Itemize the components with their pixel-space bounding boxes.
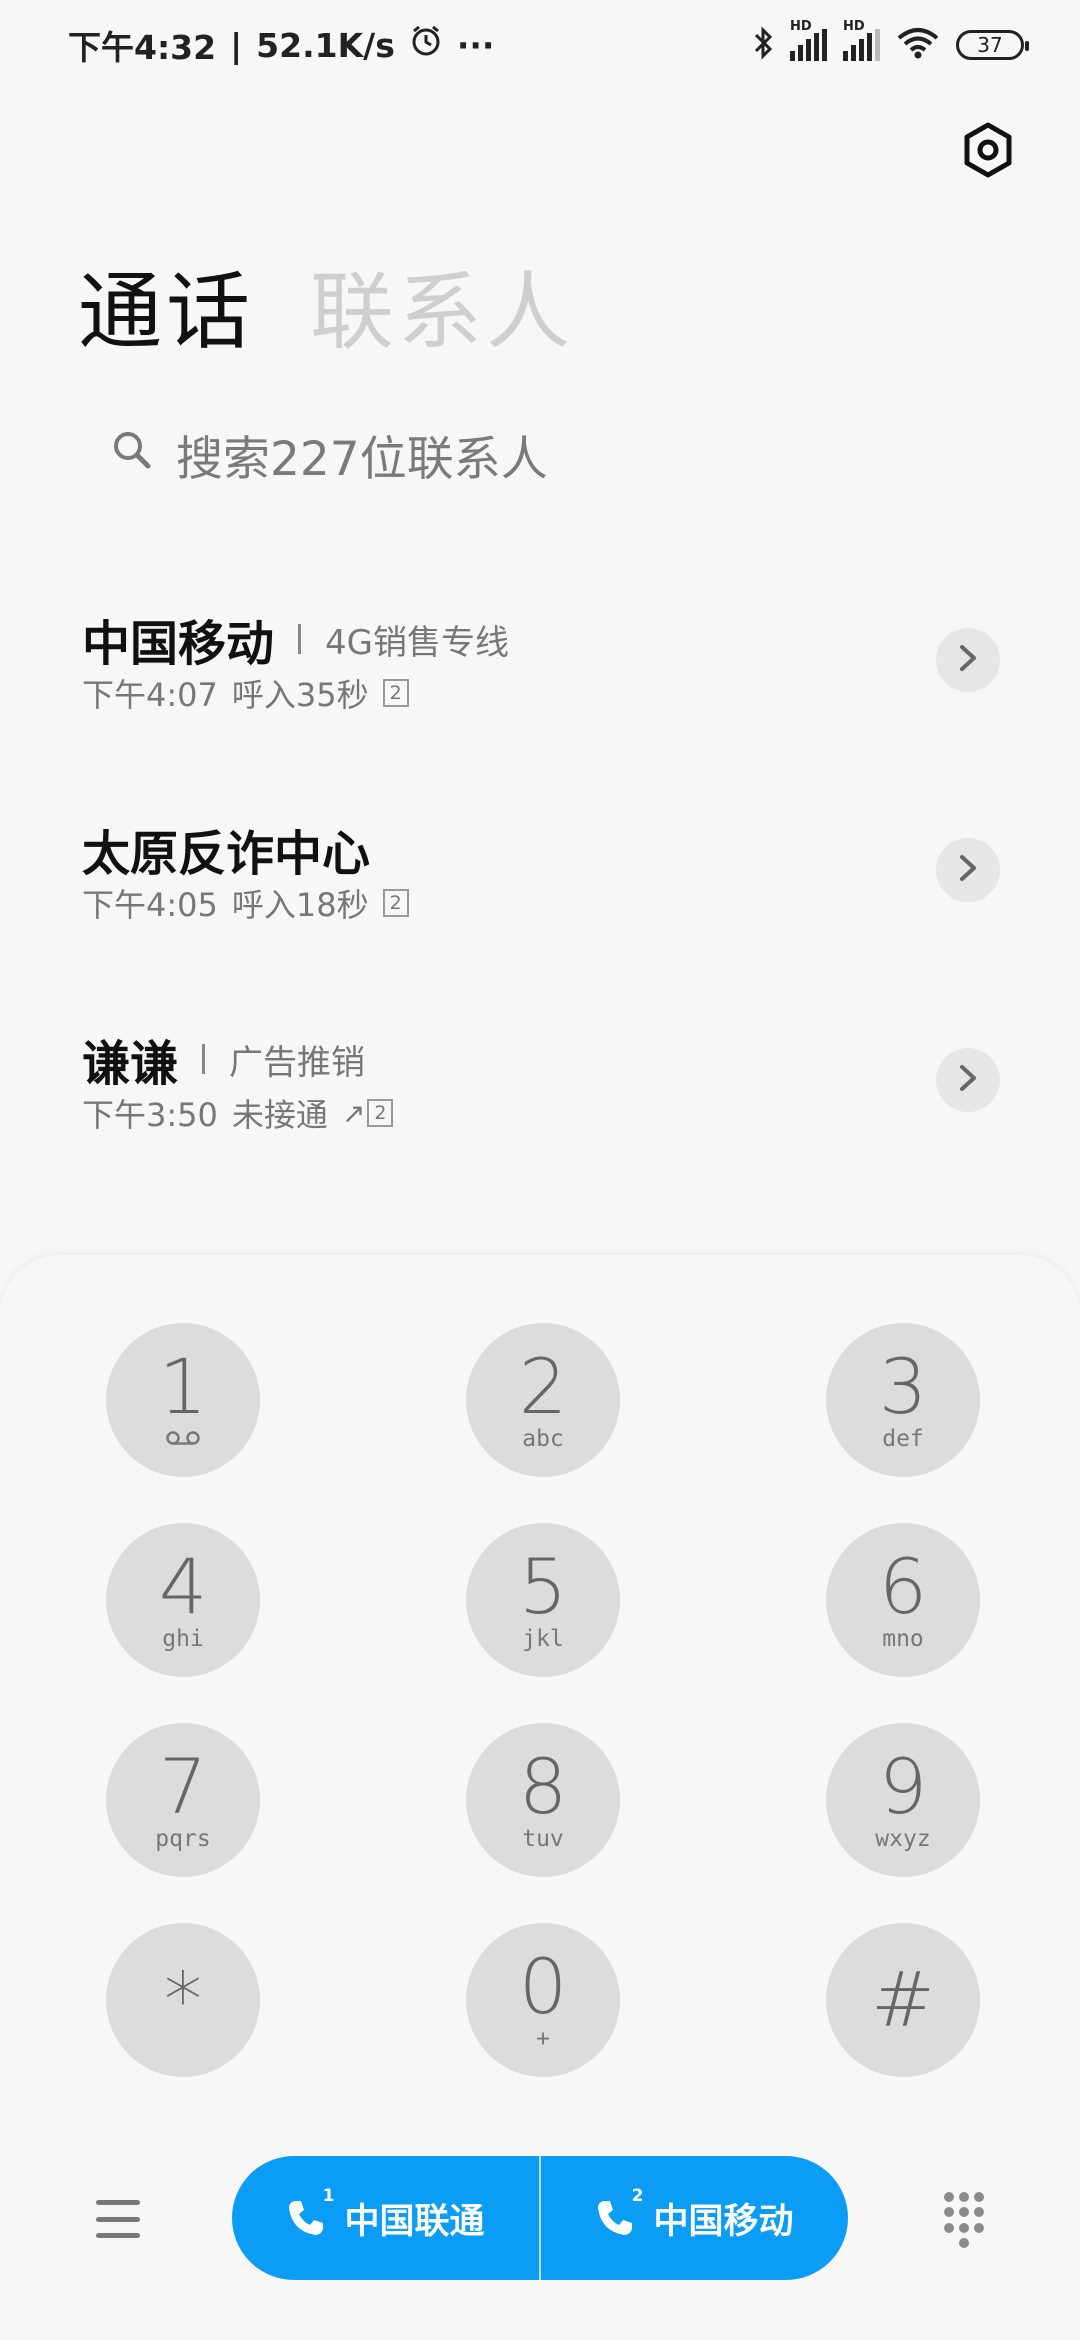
dial-letters: jkl [522, 1626, 564, 1652]
dial-letters: def [882, 1426, 924, 1452]
dial-key-0[interactable]: 0 + [466, 1923, 620, 2077]
sim-number: 1 [322, 2186, 335, 2206]
tag-divider [298, 624, 302, 654]
status-time: 下午4:32 [68, 28, 217, 67]
dial-digit: 0 [518, 1942, 568, 2031]
dial-digit: 7 [158, 1742, 208, 1831]
call-detail: 呼入35秒 [231, 676, 369, 714]
dial-key-7[interactable]: 7 pqrs [106, 1723, 260, 1877]
dial-key-8[interactable]: 8 tuv [466, 1723, 620, 1877]
dial-digit: 3 [878, 1342, 928, 1431]
battery-icon: 37 [956, 30, 1029, 60]
dial-key-star[interactable]: * [106, 1923, 260, 2077]
dial-letters: ghi [162, 1626, 204, 1652]
chevron-right-icon [956, 1063, 980, 1097]
dial-key-9[interactable]: 9 wxyz [826, 1723, 980, 1877]
dialpad-icon [944, 2192, 954, 2202]
tag-divider [202, 1044, 206, 1074]
chevron-right-icon [956, 643, 980, 677]
dial-key-6[interactable]: 6 mno [826, 1523, 980, 1677]
dial-key-3[interactable]: 3 def [826, 1323, 980, 1477]
dial-letters: wxyz [875, 1826, 931, 1852]
dial-digit: # [871, 1955, 935, 2044]
dial-letters: + [536, 2026, 550, 2052]
contact-name: 谦谦 [82, 1036, 179, 1092]
dial-digit: * [164, 1955, 202, 2044]
sim-badge: 2 [382, 889, 409, 917]
contact-name: 太原反诈中心 [82, 826, 371, 882]
settings-button[interactable] [958, 122, 1018, 182]
menu-icon [96, 2200, 140, 2205]
dial-letters: tuv [522, 1826, 564, 1852]
dial-key-1[interactable]: 1 [106, 1323, 260, 1477]
number-tag: 4G销售专线 [325, 622, 509, 663]
dial-digit: 6 [878, 1542, 928, 1631]
search-icon [112, 427, 152, 482]
alarm-icon [409, 24, 443, 66]
call-log-item[interactable]: 太原反诈中心 下午4:05 呼入18秒 2 [0, 800, 1080, 1010]
phone-icon: 1 [286, 2186, 334, 2238]
sim-badge: 2 [367, 1099, 394, 1127]
call-detail: 呼入18秒 [231, 886, 369, 924]
call-time: 下午3:50 [82, 1096, 218, 1134]
dial-letters: abc [522, 1426, 564, 1452]
tab-contacts[interactable]: 联系人 [310, 245, 574, 366]
phone-icon: 2 [595, 2186, 643, 2238]
dial-digit: 9 [878, 1742, 928, 1831]
menu-button[interactable] [96, 2200, 140, 2238]
search-placeholder: 搜索227位联系人 [176, 432, 548, 487]
call-detail-button[interactable] [936, 628, 1000, 692]
dial-digit: 4 [158, 1542, 208, 1631]
dial-letters: pqrs [155, 1826, 211, 1852]
call-button-group: 1 中国联通 2 中国移动 [232, 2156, 848, 2280]
contact-name: 中国移动 [82, 616, 275, 672]
call-detail-button[interactable] [936, 838, 1000, 902]
dial-key-hash[interactable]: # [826, 1923, 980, 2077]
call-time: 下午4:07 [82, 676, 218, 714]
call-log-list: 中国移动 4G销售专线 下午4:07 呼入35秒 2 太原反诈中心 下午4:05… [0, 590, 1080, 1220]
carrier-label: 中国移动 [653, 2201, 794, 2242]
dial-key-4[interactable]: 4 ghi [106, 1523, 260, 1677]
voicemail-icon [165, 1426, 201, 1452]
call-sim1-button[interactable]: 1 中国联通 [232, 2156, 539, 2280]
dialpad-toggle-button[interactable] [944, 2192, 984, 2248]
dial-key-5[interactable]: 5 jkl [466, 1523, 620, 1677]
tab-bar: 通话 联系人 [78, 245, 574, 366]
status-separator: | [230, 25, 243, 65]
chevron-right-icon [956, 853, 980, 887]
number-tag: 广告推销 [229, 1042, 366, 1083]
search-input[interactable]: 搜索227位联系人 [112, 420, 548, 489]
signal-sim2-icon: HD [843, 19, 880, 61]
settings-icon [962, 122, 1014, 182]
dial-digit: 1 [158, 1342, 208, 1431]
dial-digit: 8 [518, 1742, 568, 1831]
signal-sim1-icon: HD [790, 19, 827, 61]
call-time: 下午4:05 [82, 886, 218, 924]
more-status-icon: ··· [456, 25, 495, 65]
call-sim2-button[interactable]: 2 中国移动 [541, 2156, 848, 2280]
status-net-speed: 52.1K/s [256, 25, 395, 65]
call-log-item[interactable]: 谦谦 广告推销 下午3:50 未接通 ↗ 2 [0, 1010, 1080, 1220]
tab-calls[interactable]: 通话 [78, 245, 254, 366]
dial-digit: 5 [518, 1542, 568, 1631]
dial-digit: 2 [518, 1342, 568, 1431]
bluetooth-icon [752, 25, 774, 65]
carrier-label: 中国联通 [344, 2201, 485, 2242]
call-detail-button[interactable] [936, 1048, 1000, 1112]
sim-number: 2 [631, 2186, 644, 2206]
wifi-icon [896, 26, 940, 64]
status-left: 下午4:32 | 52.1K/s ··· [68, 22, 494, 68]
dial-key-2[interactable]: 2 abc [466, 1323, 620, 1477]
status-right: HD HD 37 [752, 19, 1029, 68]
sim-badge: 2 [382, 679, 409, 707]
dial-letters: mno [882, 1626, 924, 1652]
outgoing-arrow-icon: ↗ [341, 1096, 366, 1130]
call-log-item[interactable]: 中国移动 4G销售专线 下午4:07 呼入35秒 2 [0, 590, 1080, 800]
call-detail: 未接通 [231, 1096, 328, 1134]
status-bar: 下午4:32 | 52.1K/s ··· HD HD 37 [0, 0, 1080, 90]
